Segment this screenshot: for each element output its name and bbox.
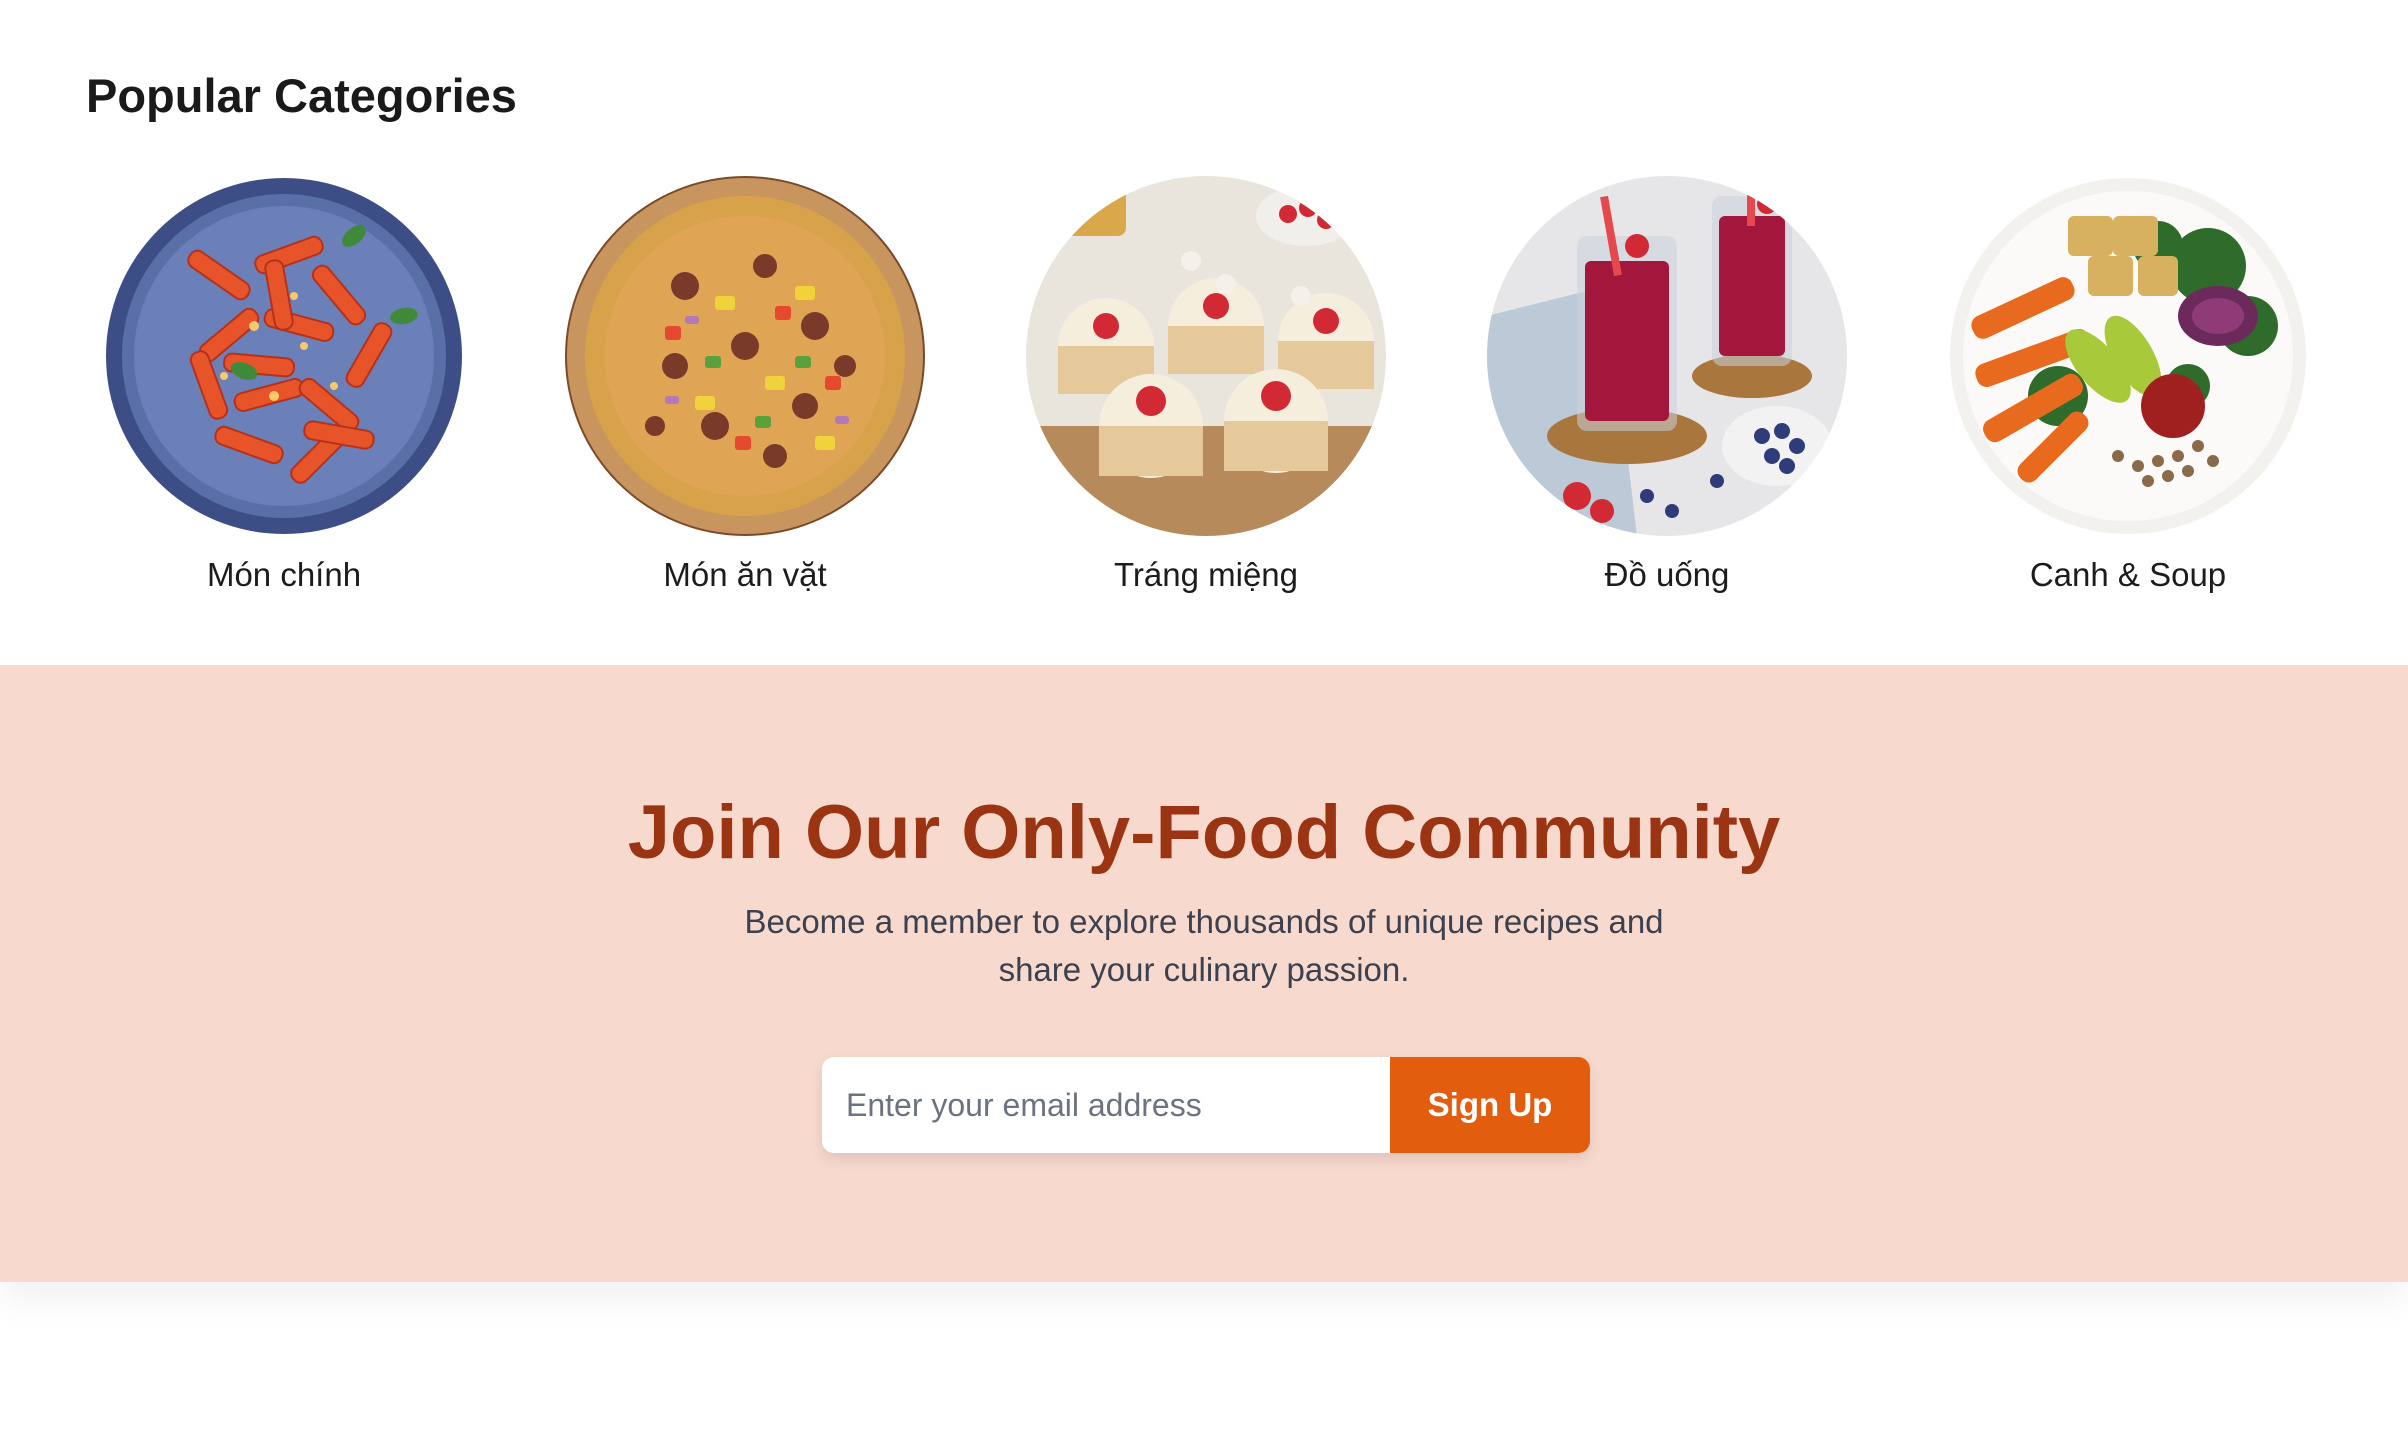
berry-smoothies-image [1487, 176, 1847, 536]
category-list: Món chính Món ăn vặt Tráng miệng Đồ uống… [0, 176, 2408, 616]
join-title: Join Our Only-Food Community [627, 790, 1781, 875]
category-label: Đồ uống [1604, 556, 1730, 593]
category-main-dish[interactable]: Món chính [54, 176, 514, 616]
sign-up-button[interactable]: Sign Up [1390, 1057, 1590, 1153]
category-label: Món ăn vặt [663, 556, 827, 593]
category-label: Món chính [206, 556, 362, 593]
pizza-image [565, 176, 925, 536]
category-drinks[interactable]: Đồ uống [1437, 176, 1897, 616]
email-field[interactable] [822, 1057, 1390, 1153]
category-label: Tráng miệng [1113, 556, 1299, 593]
join-community-section: Join Our Only-Food Community Become a me… [0, 665, 2408, 1282]
category-desserts[interactable]: Tráng miệng [976, 176, 1436, 616]
category-soup[interactable]: Canh & Soup [1898, 176, 2358, 616]
section-title: Popular Categories [86, 69, 517, 122]
category-snacks[interactable]: Món ăn vặt [515, 176, 975, 616]
pasta-dish-image [104, 176, 464, 536]
join-description: Become a member to explore thousands of … [744, 903, 1664, 988]
veggie-bowl-image [1948, 176, 2308, 536]
strawberry-cakes-image [1026, 176, 1386, 536]
popular-categories-section: Popular Categories Món chính Món ăn vặt … [0, 0, 2408, 665]
category-label: Canh & Soup [2029, 556, 2227, 593]
signup-form: Sign Up [822, 1057, 1590, 1153]
